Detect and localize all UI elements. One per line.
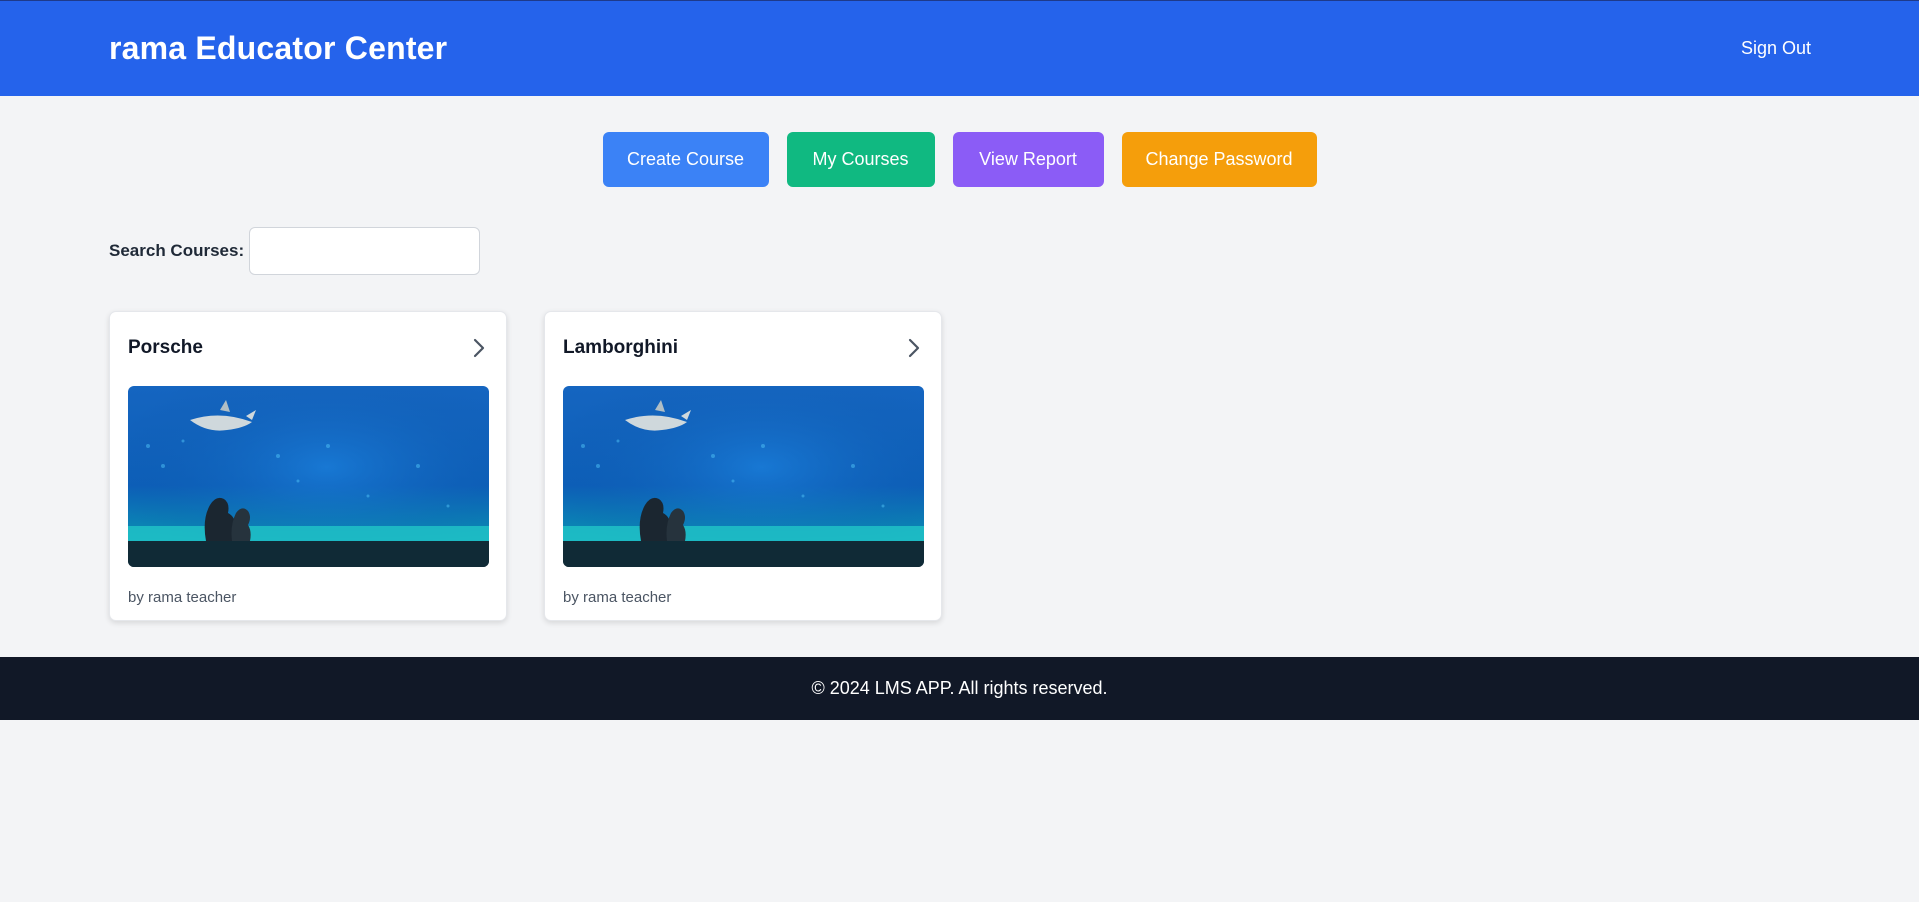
view-report-button[interactable]: View Report	[952, 132, 1104, 187]
course-title: Lamborghini	[563, 337, 679, 358]
course-thumbnail	[563, 386, 924, 567]
course-card-header: Porsche	[128, 330, 488, 366]
action-bar: Create Course My Courses View Report Cha…	[0, 132, 1919, 187]
course-author: by rama teacher	[128, 589, 237, 606]
create-course-button[interactable]: Create Course	[602, 132, 769, 187]
search-input[interactable]	[249, 227, 481, 275]
sign-out-link[interactable]: Sign Out	[1741, 38, 1811, 59]
course-title: Porsche	[128, 337, 203, 358]
course-thumbnail	[128, 386, 489, 567]
course-author: by rama teacher	[563, 589, 672, 606]
footer: © 2024 LMS APP. All rights reserved.	[0, 657, 1919, 720]
search-bar: Search Courses:	[109, 227, 1919, 275]
my-courses-button[interactable]: My Courses	[786, 132, 935, 187]
course-card[interactable]: Porsche by rama teacher	[109, 311, 507, 621]
chevron-right-icon[interactable]	[905, 337, 923, 359]
app-title: rama Educator Center	[109, 30, 448, 66]
course-card-header: Lamborghini	[563, 330, 923, 366]
change-password-button[interactable]: Change Password	[1121, 132, 1317, 187]
chevron-right-icon[interactable]	[470, 337, 488, 359]
course-list: Porsche by rama teacher Lamborghini by r…	[109, 311, 1919, 621]
course-card[interactable]: Lamborghini by rama teacher	[544, 311, 942, 621]
search-label: Search Courses:	[109, 241, 245, 260]
footer-text: © 2024 LMS APP. All rights reserved.	[811, 678, 1108, 698]
top-navbar: rama Educator Center Sign Out	[0, 0, 1919, 96]
